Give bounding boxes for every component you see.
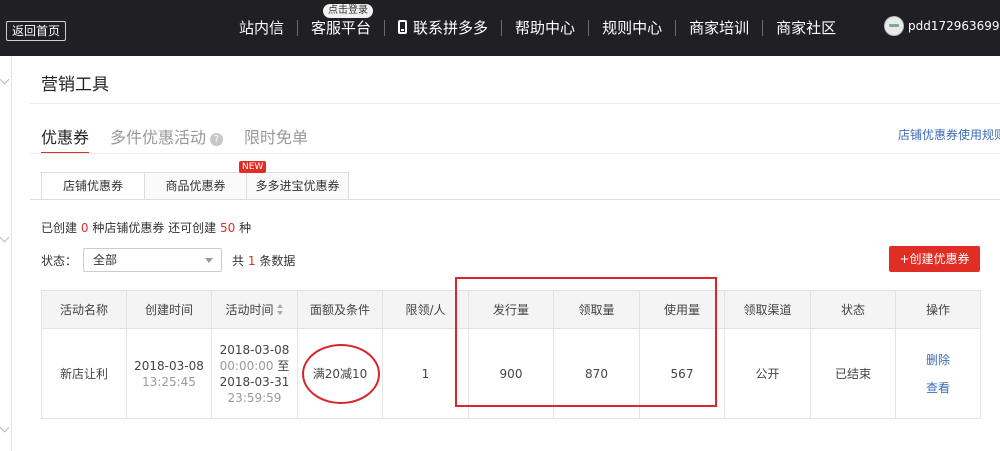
phone-icon xyxy=(398,20,408,34)
chevron-down-icon[interactable] xyxy=(0,422,10,433)
login-tip-badge[interactable]: 点击登录 xyxy=(323,4,374,18)
new-badge: NEW xyxy=(239,161,267,173)
divider xyxy=(30,103,1000,104)
stats-text: 种 xyxy=(239,221,252,235)
nav-merchant-training[interactable]: 商家培训 xyxy=(676,0,762,56)
coupon-table: 活动名称 创建时间 活动时间 面额及条件 限领/人 发行量 领取量 使用量 领取… xyxy=(41,290,981,419)
total-text: 条数据 xyxy=(259,253,296,268)
cell-issued: 900 xyxy=(468,328,554,419)
status-label: 状态： xyxy=(41,253,78,268)
back-home-button[interactable]: 返回首页 xyxy=(6,21,67,41)
stats-text: 还可创建 xyxy=(168,221,217,235)
cell-claimed: 870 xyxy=(553,328,640,419)
question-icon[interactable]: ? xyxy=(210,133,224,146)
col-claimed: 领取量 xyxy=(553,290,640,329)
username: pdd17296369980 xyxy=(908,19,1000,33)
user-menu[interactable]: pdd17296369980 xyxy=(884,16,1000,36)
subtab-product-coupon[interactable]: 商品优惠券 xyxy=(144,172,247,200)
table-row: 新店让利 2018-03-08 13:25:45 2018-03-08 00:0… xyxy=(41,328,981,419)
cell-activity-time: 2018-03-08 00:00:00 至 2018-03-31 23:59:5… xyxy=(211,328,298,419)
chevron-down-icon xyxy=(205,258,214,263)
col-issued: 发行量 xyxy=(468,290,554,329)
tab-limited-free[interactable]: 限时免单 xyxy=(244,124,308,154)
col-activity-time-label: 活动时间 xyxy=(225,303,274,317)
top-bar: 返回首页 站内信 客服平台 点击登录 联系拼多多 帮助中心 规则中心 商家培训 … xyxy=(0,0,1000,56)
status-filter: 状态： 全部 共 1 条数据 xyxy=(41,248,295,272)
left-rail xyxy=(0,56,12,451)
created-date: 2018-03-08 xyxy=(134,358,204,373)
cell-channel: 公开 xyxy=(724,328,811,419)
status-select[interactable]: 全部 xyxy=(83,248,223,272)
col-condition: 面额及条件 xyxy=(297,290,383,329)
nav-customer-service[interactable]: 客服平台 点击登录 xyxy=(298,0,384,56)
nav-customer-service-label: 客服平台 xyxy=(311,19,372,37)
created-time: 13:25:45 xyxy=(142,374,196,389)
nav-contact[interactable]: 联系拼多多 xyxy=(385,0,501,56)
total-count: 共 1 条数据 xyxy=(232,252,295,269)
col-activity-name: 活动名称 xyxy=(41,290,127,329)
tab-multi-item-promo[interactable]: 多件优惠活动? xyxy=(110,124,224,154)
status-select-value: 全部 xyxy=(93,253,118,267)
main-tabs: 优惠券 多件优惠活动? 限时免单 xyxy=(41,124,329,154)
subtab-duoduo-coupon[interactable]: 多多进宝优惠券 xyxy=(246,172,349,200)
nav-rules-center[interactable]: 规则中心 xyxy=(589,0,675,56)
table-header-row: 活动名称 创建时间 活动时间 面额及条件 限领/人 发行量 领取量 使用量 领取… xyxy=(41,290,981,329)
cell-status: 已结束 xyxy=(810,328,896,419)
divider xyxy=(30,199,1000,200)
col-used: 使用量 xyxy=(639,290,725,329)
coupon-rules-link[interactable]: 店铺优惠券使用规则 xyxy=(898,126,1000,143)
view-link[interactable]: 查看 xyxy=(896,374,980,402)
created-count: 0 xyxy=(80,221,89,235)
top-nav: 站内信 客服平台 点击登录 联系拼多多 帮助中心 规则中心 商家培训 商家社区 xyxy=(226,0,849,56)
stats-text: 已创建 xyxy=(41,221,78,235)
col-created-time: 创建时间 xyxy=(126,290,212,329)
cell-name: 新店让利 xyxy=(41,328,127,419)
remain-count: 50 xyxy=(220,221,236,235)
col-actions: 操作 xyxy=(895,290,981,329)
tab-coupons[interactable]: 优惠券 xyxy=(41,124,90,154)
cell-limit: 1 xyxy=(382,328,469,419)
sort-icon[interactable] xyxy=(276,304,284,315)
cell-created-time: 2018-03-08 13:25:45 xyxy=(126,328,212,419)
col-channel: 领取渠道 xyxy=(724,290,811,329)
create-coupon-button[interactable]: +创建优惠券 xyxy=(889,246,980,272)
cell-condition: 满20减10 xyxy=(297,328,383,419)
start-date: 2018-03-08 xyxy=(219,342,290,357)
total-number: 1 xyxy=(247,253,256,268)
nav-help-center[interactable]: 帮助中心 xyxy=(502,0,588,56)
total-text: 共 xyxy=(232,253,245,268)
nav-messages[interactable]: 站内信 xyxy=(226,0,297,56)
subtab-store-coupon[interactable]: 店铺优惠券 xyxy=(41,172,145,200)
end-date: 2018-03-31 xyxy=(219,374,290,389)
col-limit: 限领/人 xyxy=(382,290,469,329)
delete-link[interactable]: 删除 xyxy=(896,346,980,374)
coupon-stats: 已创建 0 种店铺优惠券 还可创建 50 种 xyxy=(41,219,251,236)
tab-multi-item-promo-label: 多件优惠活动 xyxy=(110,128,207,147)
divider xyxy=(30,153,1000,154)
nav-merchant-community[interactable]: 商家社区 xyxy=(763,0,849,56)
chevron-down-icon[interactable] xyxy=(0,232,10,243)
to-text: 至 xyxy=(277,358,290,373)
col-activity-time[interactable]: 活动时间 xyxy=(211,290,298,329)
stats-text: 种店铺优惠券 xyxy=(92,221,165,235)
cell-actions: 删除 查看 xyxy=(895,328,981,419)
nav-contact-label: 联系拼多多 xyxy=(413,19,489,37)
start-time: 00:00:00 xyxy=(219,358,274,373)
end-time: 23:59:59 xyxy=(227,390,282,405)
col-status: 状态 xyxy=(810,290,896,329)
chevron-down-icon[interactable] xyxy=(0,74,10,85)
sub-tabs: 店铺优惠券 商品优惠券 多多进宝优惠券 NEW xyxy=(41,161,349,200)
cell-used: 567 xyxy=(639,328,725,419)
avatar xyxy=(884,16,904,36)
page-title: 营销工具 xyxy=(41,75,109,95)
